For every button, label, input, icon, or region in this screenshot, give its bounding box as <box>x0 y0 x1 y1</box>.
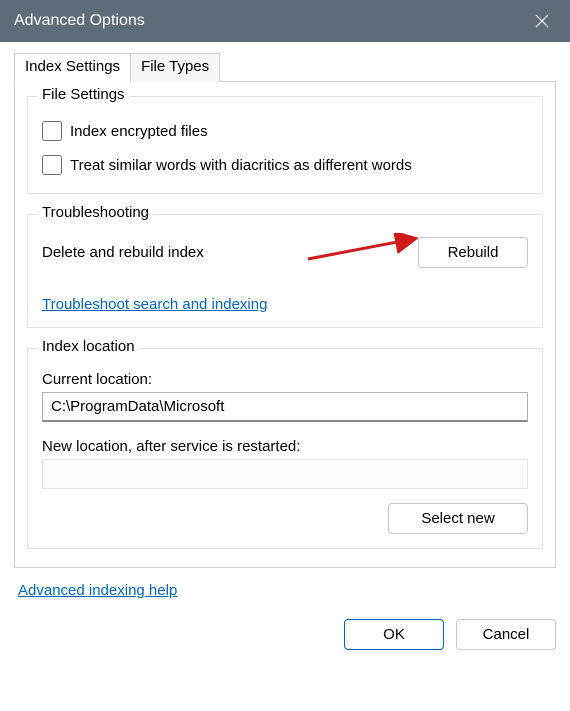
tab-file-types[interactable]: File Types <box>130 53 220 82</box>
checkbox-diacritics[interactable] <box>42 155 62 175</box>
label-delete-rebuild: Delete and rebuild index <box>42 244 204 261</box>
window-title: Advanced Options <box>14 12 145 30</box>
troubleshoot-link[interactable]: Troubleshoot search and indexing <box>42 296 267 313</box>
label-index-encrypted: Index encrypted files <box>70 123 208 140</box>
dialog-button-bar: OK Cancel <box>14 613 556 650</box>
titlebar: Advanced Options <box>0 0 570 42</box>
group-index-location: Index location Current location: New loc… <box>27 348 543 549</box>
legend-troubleshooting: Troubleshooting <box>38 204 153 221</box>
group-troubleshooting: Troubleshooting Delete and rebuild index… <box>27 214 543 328</box>
rebuild-button[interactable]: Rebuild <box>418 237 528 268</box>
tab-label: Index Settings <box>25 58 120 75</box>
current-location-field[interactable] <box>42 392 528 422</box>
legend-file-settings: File Settings <box>38 86 129 103</box>
cancel-button[interactable]: Cancel <box>456 619 556 650</box>
tab-label: File Types <box>141 58 209 75</box>
tab-strip: Index Settings File Types <box>14 52 556 81</box>
advanced-indexing-help-link[interactable]: Advanced indexing help <box>18 582 177 599</box>
select-new-button[interactable]: Select new <box>388 503 528 534</box>
legend-index-location: Index location <box>38 338 139 355</box>
footer-help: Advanced indexing help <box>18 582 556 599</box>
close-button[interactable] <box>528 7 556 35</box>
tab-page: File Settings Index encrypted files Trea… <box>14 81 556 568</box>
ok-button[interactable]: OK <box>344 619 444 650</box>
client-area: Index Settings File Types File Settings … <box>0 42 570 664</box>
row-rebuild: Delete and rebuild index Rebuild <box>42 237 528 268</box>
row-diacritics: Treat similar words with diacritics as d… <box>42 155 528 175</box>
group-file-settings: File Settings Index encrypted files Trea… <box>27 96 543 194</box>
new-location-field[interactable] <box>42 459 528 489</box>
label-new-location: New location, after service is restarted… <box>42 438 528 455</box>
checkbox-index-encrypted[interactable] <box>42 121 62 141</box>
row-index-encrypted: Index encrypted files <box>42 121 528 141</box>
tab-index-settings[interactable]: Index Settings <box>14 53 131 82</box>
label-current-location: Current location: <box>42 371 528 388</box>
label-diacritics: Treat similar words with diacritics as d… <box>70 157 412 174</box>
close-icon <box>535 14 549 28</box>
row-select-new: Select new <box>42 503 528 534</box>
